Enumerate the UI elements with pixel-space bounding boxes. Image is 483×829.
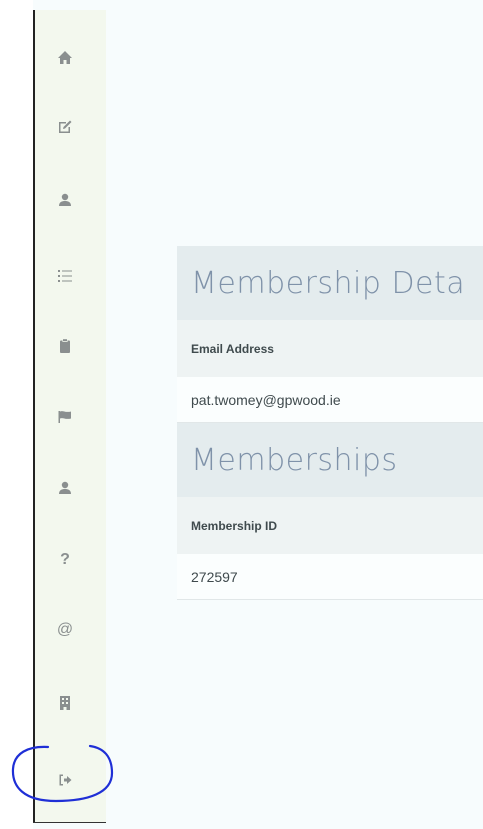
sidebar-item-contact[interactable]: @: [55, 620, 75, 640]
clipboard-icon: [60, 339, 70, 353]
building-icon: [60, 696, 70, 710]
main-content: Membership Deta Email Address pat.twomey…: [177, 246, 483, 600]
email-address-value: pat.twomey@gpwood.ie: [177, 377, 483, 423]
membership-details-section: Membership Deta Email Address pat.twomey…: [177, 246, 483, 423]
sidebar-item-edit[interactable]: [55, 117, 75, 137]
question-icon: ?: [60, 551, 70, 568]
sidebar-item-logout[interactable]: [55, 770, 75, 790]
memberships-section: Memberships Membership ID 272597: [177, 423, 483, 600]
membership-id-value: 272597: [177, 554, 483, 600]
sidebar: ? @: [33, 10, 106, 822]
home-icon: [58, 51, 72, 64]
sidebar-item-home[interactable]: [55, 48, 75, 68]
sidebar-item-clipboard[interactable]: [55, 336, 75, 356]
list-icon: [58, 270, 72, 282]
membership-details-title: Membership Deta: [177, 246, 483, 320]
user-icon: [59, 481, 71, 494]
sidebar-item-flag[interactable]: [55, 407, 75, 427]
sidebar-item-account[interactable]: [55, 478, 75, 498]
memberships-title: Memberships: [177, 423, 483, 497]
email-address-header: Email Address: [177, 320, 483, 377]
sidebar-item-help[interactable]: ?: [55, 550, 75, 570]
sidebar-bottom-border: [33, 822, 106, 823]
membership-id-header: Membership ID: [177, 497, 483, 554]
sidebar-item-list[interactable]: [55, 266, 75, 286]
at-icon: @: [56, 621, 74, 638]
edit-icon: [59, 120, 72, 133]
page-left-margin: [0, 0, 33, 829]
user-icon: [59, 193, 71, 206]
sidebar-item-organisation[interactable]: [55, 693, 75, 713]
flag-icon: [58, 411, 71, 423]
sidebar-item-profile[interactable]: [55, 190, 75, 210]
sign-out-icon: [59, 774, 72, 786]
